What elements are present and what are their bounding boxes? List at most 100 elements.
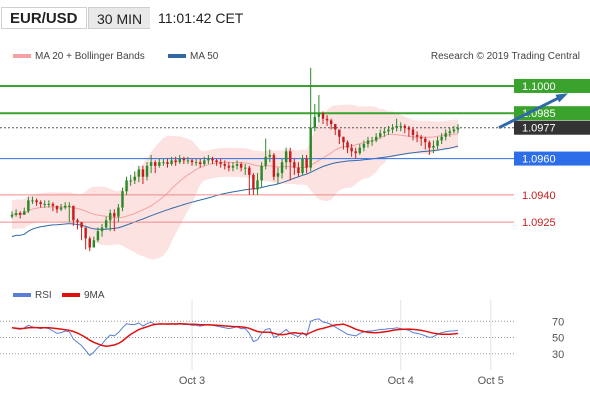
candle-body xyxy=(145,165,149,177)
candle-body xyxy=(411,129,415,135)
candle-body xyxy=(354,151,357,154)
candle-body xyxy=(399,125,402,127)
candle-body xyxy=(108,213,112,221)
candle-body xyxy=(350,147,353,152)
legend-ma20: MA 20 + Bollinger Bands xyxy=(13,51,145,62)
candle-body xyxy=(125,180,128,192)
x-tick-label: Oct 3 xyxy=(179,375,205,387)
candle-body xyxy=(43,203,46,205)
x-tick-label: Oct 5 xyxy=(478,375,504,387)
x-tick-label: Oct 4 xyxy=(388,375,414,387)
legend-9ma: 9MA xyxy=(62,290,105,301)
candle-body xyxy=(158,162,161,166)
rsi-tick-label: 30 xyxy=(552,349,564,361)
rsi-tick-label: 70 xyxy=(552,316,564,328)
candle-body xyxy=(68,205,71,207)
candle-body xyxy=(276,173,280,177)
rsi-ma-line xyxy=(11,323,459,347)
candle-body xyxy=(55,205,59,210)
candle-body xyxy=(293,162,296,168)
candle-body xyxy=(92,240,96,248)
candle-body xyxy=(456,127,460,130)
legend-ma50-label: MA 50 xyxy=(190,51,219,62)
candle-body xyxy=(440,136,443,141)
candle-body xyxy=(219,162,222,165)
candle-body xyxy=(51,203,55,206)
candle-body xyxy=(137,169,141,177)
candle-body xyxy=(80,222,83,228)
candle-body xyxy=(166,162,169,165)
candle-body xyxy=(289,151,292,163)
candle-body xyxy=(14,213,18,215)
candle-body xyxy=(194,162,198,164)
candle-body xyxy=(186,160,190,162)
candle-body xyxy=(47,203,51,205)
candle-body xyxy=(403,125,407,128)
candle-body xyxy=(239,164,243,168)
legend-ma20-label: MA 20 + Bollinger Bands xyxy=(35,51,145,62)
candle-body xyxy=(374,136,378,141)
candle-body xyxy=(321,113,325,119)
candle-body xyxy=(113,213,116,217)
candle-body xyxy=(305,158,308,168)
timeframe-label[interactable]: 30 MIN xyxy=(88,7,152,29)
candle-body xyxy=(280,162,284,174)
candle-body xyxy=(338,129,341,137)
candle-body xyxy=(162,162,165,164)
legend-ma50: MA 50 xyxy=(168,51,218,62)
candle-body xyxy=(10,214,14,217)
candle-body xyxy=(297,167,300,174)
candle-body xyxy=(35,200,38,203)
candle-body xyxy=(170,160,173,165)
candle-body xyxy=(129,180,132,182)
candle-body xyxy=(182,158,186,161)
legend-9ma-label: 9MA xyxy=(84,290,105,301)
candle-body xyxy=(272,154,276,177)
candle-body xyxy=(88,238,91,248)
candle-body xyxy=(346,142,349,148)
candle-body xyxy=(190,160,194,163)
level-label-1.0960: 1.0960 xyxy=(522,154,556,166)
candle-body xyxy=(424,138,427,143)
candle-body xyxy=(223,164,226,166)
candle-body xyxy=(301,158,304,174)
candle-body xyxy=(415,134,419,137)
candle-body xyxy=(141,169,145,177)
candle-body xyxy=(117,207,120,217)
candle-body xyxy=(203,160,206,165)
candle-body xyxy=(84,227,87,239)
candle-body xyxy=(178,158,181,163)
candle-body xyxy=(260,165,263,181)
candle-body xyxy=(395,125,398,128)
candle-body xyxy=(248,167,251,175)
candle-body xyxy=(362,144,366,148)
candle-body xyxy=(379,133,382,137)
projection-arrow-head xyxy=(555,93,568,103)
level-label-1.1000: 1.1000 xyxy=(522,81,556,93)
candle-body xyxy=(419,136,423,139)
candle-body xyxy=(133,176,136,181)
candle-body xyxy=(284,151,288,163)
candle-body xyxy=(444,133,447,137)
candle-body xyxy=(329,120,333,125)
candle-body xyxy=(452,129,456,132)
candle-body xyxy=(256,180,259,190)
candle-body xyxy=(432,145,435,148)
legend-rsi: RSI xyxy=(13,290,52,301)
candle-body xyxy=(252,174,255,190)
candle-body xyxy=(436,140,439,146)
candle-body xyxy=(72,205,75,221)
candle-body xyxy=(149,162,153,166)
level-label-1.0925: 1.0925 xyxy=(522,217,556,229)
candle-body xyxy=(104,220,108,228)
candle-body xyxy=(59,207,63,210)
ma20-swatch xyxy=(13,54,31,59)
candle-body xyxy=(39,202,42,204)
candle-body xyxy=(31,200,34,202)
bollinger-band xyxy=(12,104,458,260)
credit-text: Research © 2019 Trading Central xyxy=(430,51,580,62)
legend-rsi-label: RSI xyxy=(35,290,52,301)
candle-body xyxy=(27,200,30,212)
ma50-swatch xyxy=(168,54,186,59)
candle-body xyxy=(334,124,337,130)
